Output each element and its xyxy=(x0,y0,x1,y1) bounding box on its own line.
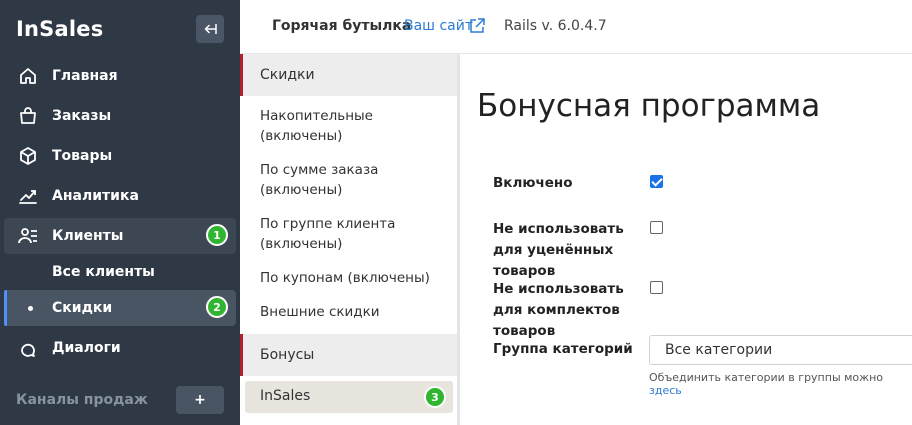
no-bundles-label: Не использовать для комплектов товаров xyxy=(493,281,624,339)
sales-channels-label: Каналы продаж xyxy=(16,392,148,408)
no-discounted-label: Не использовать для уценённых товаров xyxy=(493,221,624,279)
sidebar-item-label: Аналитика xyxy=(52,188,139,204)
sidebar-item-products[interactable]: Товары xyxy=(4,138,236,174)
sidebar-item-home[interactable]: Главная xyxy=(4,58,236,94)
collapse-arrow-icon xyxy=(204,24,217,34)
enabled-checkbox[interactable] xyxy=(650,175,663,188)
step-badge: 3 xyxy=(424,386,446,408)
menu-item-coupons[interactable]: По купонам (включены) xyxy=(260,268,450,288)
top-header: Горячая бутылка Ваш сайт Rails v. 6.0.4.… xyxy=(240,0,912,54)
menu-item-external[interactable]: Внешние скидки xyxy=(260,302,450,322)
insales-logo[interactable]: InSales xyxy=(16,17,103,41)
sidebar-subitem-label: Все клиенты xyxy=(52,264,155,280)
step-badge: 1 xyxy=(206,224,228,246)
step-badge: 2 xyxy=(206,296,228,318)
sidebar-item-orders[interactable]: Заказы xyxy=(4,98,236,134)
no-bundles-checkbox[interactable] xyxy=(650,281,663,294)
menu-item-label: InSales xyxy=(260,388,311,404)
external-link-icon[interactable] xyxy=(468,17,486,35)
category-group-select[interactable]: Все категории xyxy=(649,335,912,365)
sidebar-subitem-discounts[interactable]: Скидки 2 xyxy=(4,290,236,326)
menu-item-insales[interactable]: InSales 3 xyxy=(245,381,453,413)
menu-item-order-sum[interactable]: По сумме заказа (включены) xyxy=(260,160,450,200)
sidebar-item-label: Диалоги xyxy=(52,340,121,356)
box-icon xyxy=(20,147,36,165)
section-bonuses[interactable]: Бонусы xyxy=(240,334,457,376)
sidebar-item-label: Главная xyxy=(52,68,118,84)
menu-item-cumulative[interactable]: Накопительные (включены) xyxy=(260,106,450,146)
sidebar-item-dialogs[interactable]: Диалоги xyxy=(4,330,236,366)
sidebar-item-analytics[interactable]: Аналитика xyxy=(4,178,236,214)
menu-item-client-group[interactable]: По группе клиента (включены) xyxy=(260,214,450,254)
users-icon xyxy=(18,228,37,244)
shopping-bag-icon xyxy=(20,107,36,124)
home-icon xyxy=(20,68,36,84)
chat-icon xyxy=(21,343,35,357)
no-discounted-checkbox[interactable] xyxy=(650,221,663,234)
sidebar-item-clients[interactable]: Клиенты 1 xyxy=(4,218,236,254)
hint-link[interactable]: здесь xyxy=(649,384,682,397)
category-group-label: Группа категорий xyxy=(493,341,633,357)
active-dot xyxy=(28,306,33,311)
store-name: Горячая бутылка xyxy=(272,18,412,34)
your-site-link[interactable]: Ваш сайт xyxy=(404,18,473,34)
sidebar-item-label: Клиенты xyxy=(52,228,124,244)
discounts-menu: Скидки Накопительные (включены) По сумме… xyxy=(240,54,460,425)
enabled-label: Включено xyxy=(493,175,573,191)
section-discounts[interactable]: Скидки xyxy=(240,54,457,96)
sidebar-item-label: Заказы xyxy=(52,108,112,124)
category-hint: Объединить категории в группы можно здес… xyxy=(649,371,912,397)
collapse-sidebar-button[interactable] xyxy=(196,15,224,43)
section-label: Бонусы xyxy=(260,347,315,363)
page-title: Бонусная программа xyxy=(477,88,821,124)
version-label: Rails v. 6.0.4.7 xyxy=(504,18,607,34)
hint-text: Объединить категории в группы можно xyxy=(649,371,883,384)
chart-icon xyxy=(19,190,37,204)
sidebar-subitem-label: Скидки xyxy=(52,300,113,316)
section-label: Скидки xyxy=(260,67,315,83)
add-sales-channel-button[interactable]: + xyxy=(176,386,224,414)
select-value: Все категории xyxy=(665,342,773,358)
sidebar-subitem-all-clients[interactable]: Все клиенты xyxy=(4,254,236,290)
sidebar-item-label: Товары xyxy=(52,148,113,164)
sidebar: InSales Главная Заказы Товары Аналитика … xyxy=(0,0,240,425)
